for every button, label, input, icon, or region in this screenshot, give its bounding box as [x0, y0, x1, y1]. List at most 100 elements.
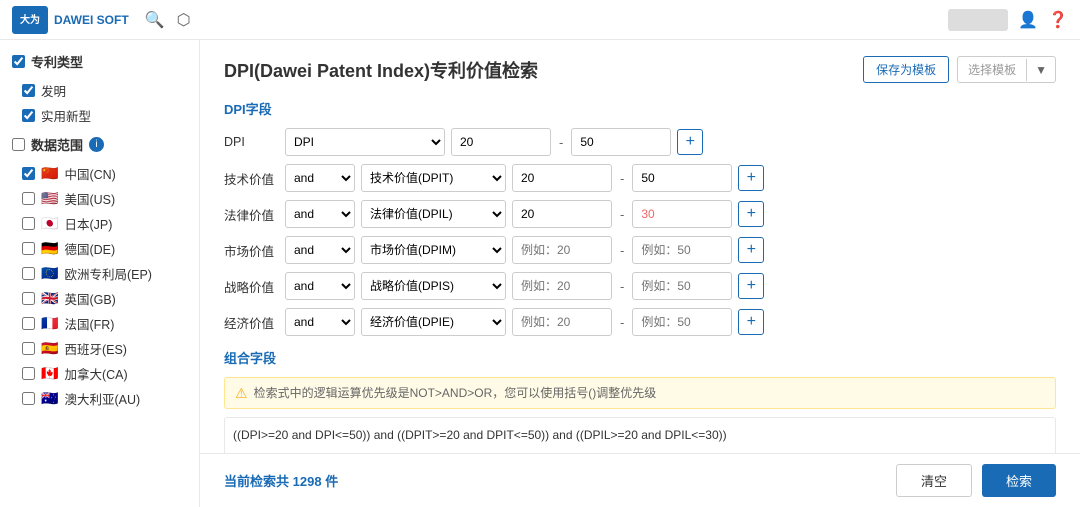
market-value-field-name: 市场价值 — [224, 241, 279, 260]
legal-value-field-select[interactable]: 法律价值(DPIL) — [361, 200, 506, 228]
economic-value-max-input[interactable] — [632, 308, 732, 336]
country-checkbox-ep[interactable] — [22, 267, 35, 280]
country-item-ca: 🇨🇦 加拿大(CA) — [16, 364, 187, 383]
country-item-es: 🇪🇸 西班牙(ES) — [16, 339, 187, 358]
country-item-ep: 🇪🇺 欧洲专利局(EP) — [16, 264, 187, 283]
country-label-es: 西班牙(ES) — [64, 339, 127, 358]
market-value-connector[interactable]: andornot — [285, 236, 355, 264]
country-checkbox-us[interactable] — [22, 192, 35, 205]
count-suffix: 件 — [325, 474, 338, 489]
country-item-fr: 🇫🇷 法国(FR) — [16, 314, 187, 333]
tech-value-field-select[interactable]: 技术价值(DPIT) — [361, 164, 506, 192]
user-icon[interactable]: 👤 — [1018, 10, 1038, 30]
country-checkbox-es[interactable] — [22, 342, 35, 355]
legal-value-min-input[interactable] — [512, 200, 612, 228]
count-prefix: 当前检索共 — [224, 474, 289, 489]
dpi-min-input[interactable] — [451, 128, 551, 156]
country-flag-ep: 🇪🇺 — [41, 265, 58, 282]
country-item-au: 🇦🇺 澳大利亚(AU) — [16, 389, 187, 408]
legal-value-row: 法律价值 andornot 法律价值(DPIL) - + — [224, 200, 1056, 228]
legal-value-max-input[interactable] — [632, 200, 732, 228]
dpi-field-name: DPI — [224, 135, 279, 149]
warning-icon: ⚠ — [235, 385, 248, 402]
help-icon[interactable]: ❓ — [1048, 10, 1068, 30]
utility-checkbox[interactable] — [22, 109, 35, 122]
country-flag-es: 🇪🇸 — [41, 340, 58, 357]
country-checkbox-cn[interactable] — [22, 167, 35, 180]
country-flag-de: 🇩🇪 — [41, 240, 58, 257]
country-label-us: 美国(US) — [64, 189, 115, 208]
country-item-jp: 🇯🇵 日本(JP) — [16, 214, 187, 233]
logo: 大为 DAWEI SOFT — [12, 6, 129, 34]
country-flag-fr: 🇫🇷 — [41, 315, 58, 332]
country-checkbox-fr[interactable] — [22, 317, 35, 330]
legal-value-connector[interactable]: andornot — [285, 200, 355, 228]
country-item-cn: 🇨🇳 中国(CN) — [16, 164, 187, 183]
market-value-max-input[interactable] — [632, 236, 732, 264]
clear-button[interactable]: 清空 — [896, 464, 972, 497]
page-title: DPI(Dawei Patent Index)专利价值检索 — [224, 57, 538, 83]
economic-value-field-name: 经济价值 — [224, 313, 279, 332]
tech-value-row: 技术价值 andornot 技术价值(DPIT) - + — [224, 164, 1056, 192]
tech-value-connector[interactable]: andornot — [285, 164, 355, 192]
select-template-label: 选择模板 — [958, 57, 1026, 82]
strategy-value-add-button[interactable]: + — [738, 273, 764, 299]
warning-text: 检索式中的逻辑运算优先级是NOT>AND>OR，您可以使用括号()调整优先级 — [254, 384, 657, 401]
country-item-gb: 🇬🇧 英国(GB) — [16, 289, 187, 308]
strategy-value-field-select[interactable]: 战略价值(DPIS) — [361, 272, 506, 300]
search-icon[interactable]: 🔍 — [145, 10, 165, 30]
country-checkbox-jp[interactable] — [22, 217, 35, 230]
dpi-field-select[interactable]: DPI — [285, 128, 445, 156]
patent-type-label: 专利类型 — [31, 52, 83, 71]
patent-type-checkbox[interactable] — [12, 55, 25, 68]
economic-value-min-input[interactable] — [512, 308, 612, 336]
tech-value-add-button[interactable]: + — [738, 165, 764, 191]
market-value-min-input[interactable] — [512, 236, 612, 264]
country-flag-ca: 🇨🇦 — [41, 365, 58, 382]
dpi-add-button[interactable]: + — [677, 129, 703, 155]
data-range-checkbox[interactable] — [12, 138, 25, 151]
economic-value-add-button[interactable]: + — [738, 309, 764, 335]
cube-icon[interactable]: ⬡ — [177, 10, 191, 30]
country-label-fr: 法国(FR) — [64, 314, 114, 333]
template-dropdown[interactable]: 选择模板 ▼ — [957, 56, 1056, 83]
strategy-value-min-input[interactable] — [512, 272, 612, 300]
dpi-section-label: DPI字段 — [224, 99, 1056, 118]
country-flag-jp: 🇯🇵 — [41, 215, 58, 232]
country-flag-gb: 🇬🇧 — [41, 290, 58, 307]
strategy-value-row: 战略价值 andornot 战略价值(DPIS) - + — [224, 272, 1056, 300]
market-value-field-select[interactable]: 市场价值(DPIM) — [361, 236, 506, 264]
tech-value-min-input[interactable] — [512, 164, 612, 192]
tech-value-field-name: 技术价值 — [224, 169, 279, 188]
economic-value-connector[interactable]: andornot — [285, 308, 355, 336]
strategy-value-max-input[interactable] — [632, 272, 732, 300]
country-label-gb: 英国(GB) — [64, 289, 115, 308]
country-checkbox-au[interactable] — [22, 392, 35, 405]
result-count: 当前检索共 1298 件 — [224, 471, 338, 490]
strategy-value-connector[interactable]: andornot — [285, 272, 355, 300]
country-label-cn: 中国(CN) — [64, 164, 115, 183]
svg-text:大为: 大为 — [20, 13, 40, 26]
invention-label: 发明 — [41, 81, 66, 100]
invention-checkbox[interactable] — [22, 84, 35, 97]
count-number: 1298 — [293, 474, 322, 489]
legal-value-add-button[interactable]: + — [738, 201, 764, 227]
country-flag-cn: 🇨🇳 — [41, 165, 58, 182]
market-value-row: 市场价值 andornot 市场价值(DPIM) - + — [224, 236, 1056, 264]
dpi-max-input[interactable] — [571, 128, 671, 156]
country-checkbox-de[interactable] — [22, 242, 35, 255]
data-range-info: i — [89, 137, 104, 152]
country-label-au: 澳大利亚(AU) — [64, 389, 140, 408]
country-checkbox-ca[interactable] — [22, 367, 35, 380]
search-button[interactable]: 检索 — [982, 464, 1056, 497]
save-template-button[interactable]: 保存为模板 — [863, 56, 949, 83]
legal-value-field-name: 法律价值 — [224, 205, 279, 224]
market-value-add-button[interactable]: + — [738, 237, 764, 263]
country-flag-au: 🇦🇺 — [41, 390, 58, 407]
country-item-us: 🇺🇸 美国(US) — [16, 189, 187, 208]
economic-value-field-select[interactable]: 经济价值(DPIE) — [361, 308, 506, 336]
utility-label: 实用新型 — [41, 106, 91, 125]
country-checkbox-gb[interactable] — [22, 292, 35, 305]
country-label-ca: 加拿大(CA) — [64, 364, 127, 383]
tech-value-max-input[interactable] — [632, 164, 732, 192]
